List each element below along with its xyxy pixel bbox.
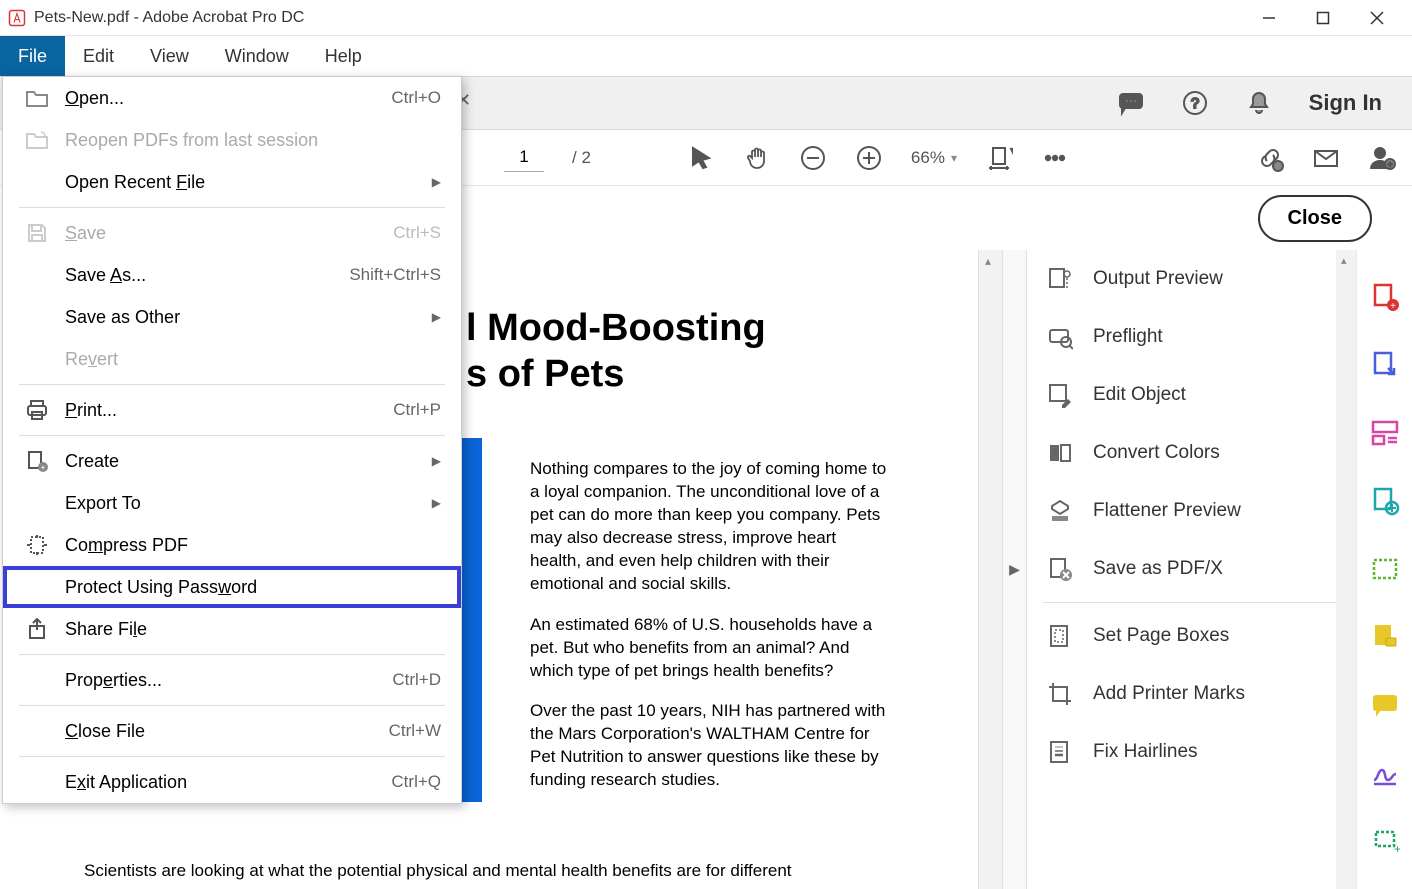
- comment-bubble-icon[interactable]: [1117, 89, 1145, 117]
- doc-scrollbar[interactable]: [978, 250, 1002, 889]
- file-print[interactable]: Print... Ctrl+P: [3, 389, 461, 431]
- help-icon[interactable]: ?: [1181, 89, 1209, 117]
- page-total-label: / 2: [572, 148, 591, 168]
- email-icon[interactable]: [1312, 144, 1340, 172]
- hand-pan-icon[interactable]: [743, 144, 771, 172]
- window-title: Pets-New.pdf - Adobe Acrobat Pro DC: [34, 9, 1260, 27]
- zoom-dropdown[interactable]: 66%▾: [911, 148, 957, 168]
- rp-preflight[interactable]: Preflight: [1027, 308, 1356, 366]
- file-open-recent[interactable]: Open Recent File ▶: [3, 161, 461, 203]
- svg-text:+: +: [1390, 301, 1396, 312]
- notifications-bell-icon[interactable]: [1245, 89, 1273, 117]
- file-exit[interactable]: Exit Application Ctrl+Q: [3, 761, 461, 803]
- file-save-other[interactable]: Save as Other ▶: [3, 296, 461, 338]
- svg-text:▾: ▾: [1011, 146, 1013, 157]
- rp-add-printer-marks[interactable]: Add Printer Marks: [1027, 665, 1356, 723]
- rp-edit-object[interactable]: Edit Object: [1027, 366, 1356, 424]
- zoom-out-icon[interactable]: [799, 144, 827, 172]
- panel-expand-handle[interactable]: ▶: [1002, 250, 1026, 889]
- title-bar: Pets-New.pdf - Adobe Acrobat Pro DC: [0, 0, 1412, 36]
- file-create[interactable]: + Create ▶: [3, 440, 461, 482]
- share-link-icon[interactable]: [1256, 144, 1284, 172]
- file-menu-dropdown: Open... Ctrl+O Reopen PDFs from last ses…: [2, 76, 462, 804]
- svg-text:+: +: [1388, 160, 1393, 169]
- file-open[interactable]: Open... Ctrl+O: [3, 77, 461, 119]
- fit-width-icon[interactable]: ▾: [985, 144, 1013, 172]
- zoom-in-icon[interactable]: [855, 144, 883, 172]
- right-tools-panel: Output Preview Preflight Edit Object Con…: [1026, 250, 1356, 889]
- sign-in-link[interactable]: Sign In: [1309, 90, 1382, 116]
- close-tool-button[interactable]: Close: [1258, 195, 1372, 242]
- rp-save-pdfx[interactable]: Save as PDF/X: [1027, 540, 1356, 598]
- doc-blue-strip: [460, 438, 482, 802]
- enhance-scans-icon[interactable]: [1370, 486, 1400, 516]
- file-export[interactable]: Export To ▶: [3, 482, 461, 524]
- export-pdf-icon[interactable]: [1370, 350, 1400, 380]
- doc-paragraph: An estimated 68% of U.S. households have…: [530, 614, 890, 683]
- rp-convert-colors[interactable]: Convert Colors: [1027, 424, 1356, 482]
- menu-help[interactable]: Help: [307, 36, 380, 76]
- organize-pages-icon[interactable]: [1370, 418, 1400, 448]
- right-tool-strip: + +: [1356, 250, 1412, 889]
- file-properties[interactable]: Properties... Ctrl+D: [3, 659, 461, 701]
- svg-text:?: ?: [1191, 95, 1199, 112]
- rp-fix-hairlines[interactable]: Fix Hairlines: [1027, 723, 1356, 781]
- doc-paragraph: Scientists are looking at what the poten…: [84, 861, 792, 881]
- sign-icon[interactable]: [1370, 758, 1400, 788]
- file-share[interactable]: Share File: [3, 608, 461, 650]
- doc-paragraph: Over the past 10 years, NIH has partnere…: [530, 700, 890, 792]
- svg-text:+: +: [1394, 842, 1400, 856]
- close-window-button[interactable]: [1368, 9, 1386, 27]
- file-close-file[interactable]: Close File Ctrl+W: [3, 710, 461, 752]
- acrobat-app-icon: [8, 9, 26, 27]
- more-tools-strip-icon[interactable]: +: [1370, 826, 1400, 856]
- rp-output-preview[interactable]: Output Preview: [1027, 250, 1356, 308]
- file-reopen: Reopen PDFs from last session: [3, 119, 461, 161]
- menu-file[interactable]: File: [0, 36, 65, 76]
- add-person-icon[interactable]: +: [1368, 144, 1396, 172]
- create-pdf-icon[interactable]: +: [1370, 282, 1400, 312]
- menu-view[interactable]: View: [132, 36, 207, 76]
- fill-sign-icon[interactable]: [1370, 622, 1400, 652]
- page-number-input[interactable]: [504, 144, 544, 172]
- file-revert: Revert: [3, 338, 461, 380]
- maximize-button[interactable]: [1314, 9, 1332, 27]
- right-panel-scrollbar[interactable]: [1336, 250, 1356, 889]
- menu-window[interactable]: Window: [207, 36, 307, 76]
- rp-set-page-boxes[interactable]: Set Page Boxes: [1027, 607, 1356, 665]
- file-compress[interactable]: Compress PDF: [3, 524, 461, 566]
- doc-heading: l Mood-Boosting s of Pets: [466, 306, 978, 397]
- more-tools-icon[interactable]: [1041, 144, 1069, 172]
- doc-paragraph: Nothing compares to the joy of coming ho…: [530, 458, 890, 596]
- comment-icon[interactable]: [1370, 690, 1400, 720]
- svg-text:+: +: [41, 463, 46, 472]
- file-save: Save Ctrl+S: [3, 212, 461, 254]
- minimize-button[interactable]: [1260, 9, 1278, 27]
- rp-flattener-preview[interactable]: Flattener Preview: [1027, 482, 1356, 540]
- menu-edit[interactable]: Edit: [65, 36, 132, 76]
- file-save-as[interactable]: Save As... Shift+Ctrl+S: [3, 254, 461, 296]
- selection-cursor-icon[interactable]: [687, 144, 715, 172]
- menu-bar: File Edit View Window Help: [0, 36, 1412, 76]
- protect-icon[interactable]: [1370, 554, 1400, 584]
- file-protect-password[interactable]: Protect Using Password: [3, 566, 461, 608]
